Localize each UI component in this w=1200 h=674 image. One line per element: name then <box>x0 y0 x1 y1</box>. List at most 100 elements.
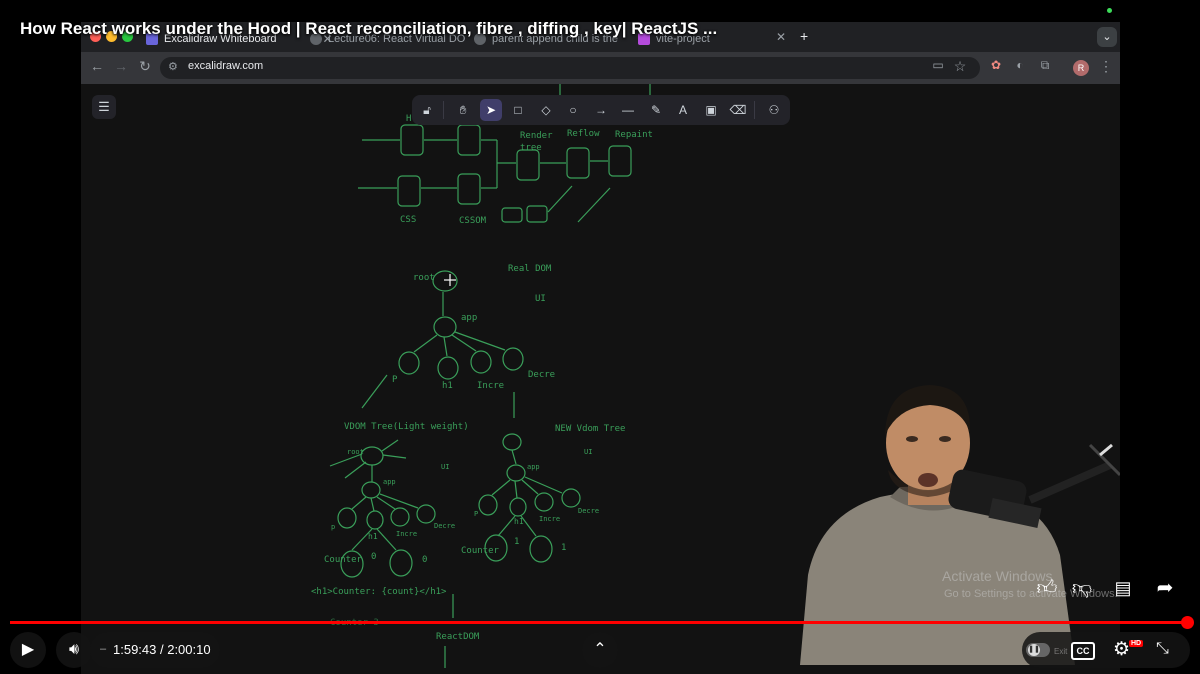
label-new-h1: h1 <box>514 517 524 526</box>
expand-up-button[interactable]: ⌃ <box>582 632 618 668</box>
reflow-box <box>566 147 590 179</box>
new-counter-value-node <box>529 535 553 563</box>
label-one: 1 <box>561 543 567 553</box>
autoplay-toggle[interactable]: ❚❚ <box>1026 643 1050 657</box>
toolbar-divider <box>754 101 755 119</box>
label-new-ui: UI <box>584 448 593 456</box>
new-decre-node <box>561 488 581 508</box>
new-root-node <box>502 433 522 451</box>
image-icon[interactable]: ▣ <box>700 99 722 121</box>
text-icon[interactable]: A <box>672 99 694 121</box>
share-icon[interactable]: ➦ <box>1151 574 1179 602</box>
video-title[interactable]: How React works under the Hood | React r… <box>20 19 717 39</box>
label-new-incre: Incre <box>539 515 561 523</box>
settings-gear-icon[interactable]: ⚙ <box>1113 638 1130 661</box>
captions-icon[interactable]: CC <box>1071 642 1095 660</box>
incre-node <box>470 350 492 374</box>
label-new-p: P <box>474 510 479 518</box>
decre-node <box>502 347 524 371</box>
label-h1-code: <h1>Counter: {count}</h1> <box>311 587 447 597</box>
toolbar-divider <box>443 101 444 119</box>
lock-icon[interactable]: 🔓︎ <box>416 99 438 121</box>
label-vapp: app <box>383 478 396 486</box>
arrow-icon[interactable]: → <box>590 99 612 121</box>
vroot-node <box>360 446 384 466</box>
label-app: app <box>461 313 478 323</box>
new-app-node <box>506 464 526 482</box>
h1-node <box>437 356 459 380</box>
library-icon[interactable]: ⚇ <box>763 99 785 121</box>
vapp-node <box>361 481 381 499</box>
exit-label: Exit <box>1054 647 1068 656</box>
chevron-up-icon: ⌃ <box>593 641 607 658</box>
live-indicator <box>1107 8 1112 13</box>
label-one: 1 <box>514 537 520 547</box>
new-incre-node <box>534 492 554 512</box>
hamburger-icon[interactable]: ☰ <box>92 95 116 119</box>
small-box <box>501 207 523 223</box>
vh1-node <box>366 510 384 530</box>
cssom-box <box>457 173 481 205</box>
pencil-icon[interactable]: ✎ <box>645 99 667 121</box>
pointer-icon[interactable]: ➤ <box>480 99 502 121</box>
label-h: H <box>406 114 412 124</box>
root-node <box>432 270 458 292</box>
vp-node <box>337 507 357 529</box>
app-node <box>433 316 457 338</box>
label-ui: UI <box>535 294 546 304</box>
dom-box <box>457 124 481 156</box>
label-render-tree: Render tree <box>520 131 553 153</box>
label-vdecre: Decre <box>434 522 456 530</box>
label-new-app: app <box>527 463 540 471</box>
label-zero: 0 <box>371 552 377 562</box>
label-new-counter: Counter <box>461 546 499 556</box>
line-icon[interactable]: — <box>617 99 639 121</box>
label-decre: Decre <box>528 370 556 380</box>
label-vh1: h1 <box>368 532 378 541</box>
render-tree-box <box>516 149 540 181</box>
hand-icon[interactable]: ✋︎ <box>452 99 474 121</box>
move-cursor-icon <box>444 274 456 286</box>
progress-fill <box>10 621 1188 624</box>
small-box <box>526 205 548 223</box>
comment-icon[interactable]: ▤ <box>1109 574 1137 602</box>
vdecre-node <box>416 504 436 524</box>
label-vroot: root <box>347 448 364 456</box>
pause-icon: ❚❚ <box>1028 644 1040 656</box>
chevron-down-icon[interactable]: ⌄ <box>1097 27 1117 47</box>
dislike-icon[interactable]: 👎︎ <box>1068 574 1096 602</box>
label-incre: Incre <box>477 381 505 391</box>
label-real-dom: Real DOM <box>508 264 552 274</box>
play-button[interactable]: ▶ <box>10 632 46 668</box>
label-repaint: Repaint <box>615 130 653 140</box>
new-p-node <box>478 494 498 516</box>
play-icon: ▶ <box>21 641 35 658</box>
css-box <box>397 175 421 207</box>
like-icon[interactable]: 👍︎ <box>1033 574 1061 602</box>
diamond-icon[interactable]: ◇ <box>535 99 557 121</box>
eraser-icon[interactable]: ⌫ <box>727 99 749 121</box>
arrow-line <box>577 187 611 223</box>
rectangle-icon[interactable]: □ <box>507 99 529 121</box>
label-vui: UI <box>441 463 450 471</box>
counter-value-node <box>389 549 413 577</box>
html-box <box>400 124 424 156</box>
vincre-node <box>390 507 410 527</box>
time-text: 1:59:43 / 2:00:10 <box>113 642 211 657</box>
ellipse-icon[interactable]: ○ <box>562 99 584 121</box>
label-zero: 0 <box>422 555 428 565</box>
new-h1-node <box>509 497 527 517</box>
label-cssom: CSSOM <box>459 216 487 226</box>
label-reactdom: ReactDOM <box>436 632 480 642</box>
label-vincre: Incre <box>396 530 418 538</box>
arrow-line <box>547 185 573 213</box>
label-new-decre: Decre <box>578 507 600 515</box>
volume-button[interactable]: 🔊︎ <box>56 632 92 668</box>
hd-badge: HD <box>1129 640 1144 647</box>
volume-icon: 🔊︎ <box>68 641 80 658</box>
exit-fullscreen-icon[interactable]: ⤡ <box>1156 640 1169 658</box>
label-counter: Counter <box>324 555 362 565</box>
label-new-vdom-tree: NEW Vdom Tree <box>555 424 626 434</box>
chapter-dash: – <box>100 643 107 655</box>
repaint-box <box>608 145 632 177</box>
